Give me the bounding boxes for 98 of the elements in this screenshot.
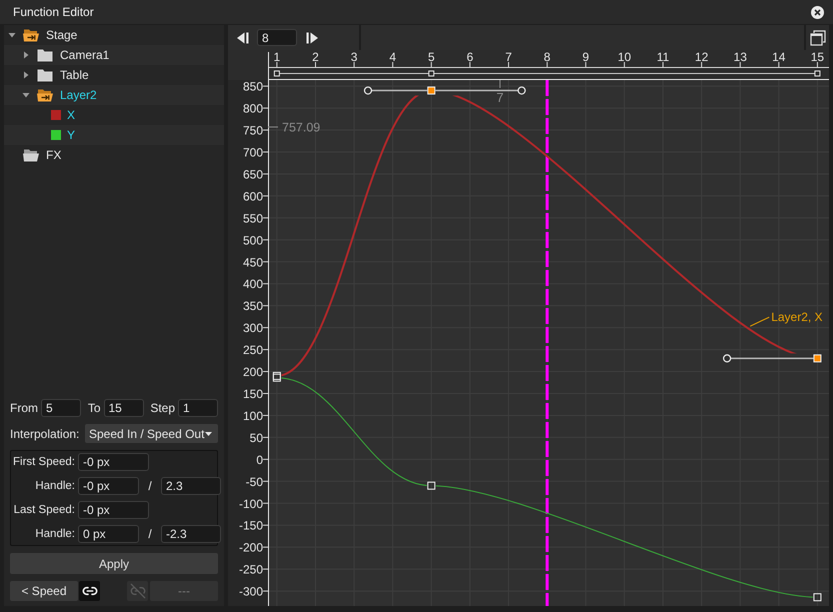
y-axis-label: -300 (238, 584, 263, 599)
y-axis-label: 250 (242, 343, 263, 358)
close-icon[interactable] (811, 6, 824, 18)
tangent-handle[interactable] (435, 86, 526, 95)
frame-number: 12 (694, 50, 708, 64)
caret-icon[interactable] (22, 91, 30, 99)
field-label: Handle: (34, 528, 75, 540)
keyframe-marker[interactable] (272, 372, 281, 380)
frame-number: 3 (350, 50, 358, 64)
frame-number: 13 (734, 50, 747, 64)
field-label: Last Speed: (12, 504, 75, 516)
window-title: Function Editor (13, 5, 94, 19)
y-axis-label: 150 (242, 387, 263, 401)
field-label: First Speed: (12, 456, 75, 468)
y-axis-label: 650 (242, 167, 263, 182)
value-readout: 757.09 (282, 120, 320, 134)
y-axis-label: 200 (242, 365, 263, 380)
y-axis-label: 750 (242, 124, 263, 138)
frame-readout: 7 (496, 90, 504, 105)
handle-field[interactable]: -0 px (78, 477, 139, 495)
tangent-handle[interactable] (364, 86, 428, 95)
separator-label: / (147, 527, 153, 541)
y-axis-label: 850 (242, 80, 263, 94)
unlink-icon (130, 583, 146, 599)
number-field[interactable]: 1 (178, 399, 218, 417)
interpolation-dropdown[interactable]: Speed In / Speed Out (85, 424, 218, 443)
speed-field[interactable]: -0 px (78, 501, 149, 519)
frame-number: 6 (466, 50, 474, 64)
frame-number: 1 (274, 50, 280, 64)
keyframe-marker[interactable] (813, 593, 822, 602)
frame-number: 7 (505, 50, 512, 64)
value-marker-line (268, 126, 278, 128)
frame-number: 4 (389, 50, 396, 64)
caret-icon[interactable] (22, 51, 30, 59)
keyframe-marker[interactable] (272, 374, 281, 382)
y-axis-label: 500 (242, 233, 263, 248)
y-axis-label: 700 (242, 146, 263, 160)
tree-item[interactable]: Stage (4, 25, 224, 45)
field-label: To (88, 401, 100, 415)
number-field[interactable]: 5 (41, 399, 81, 417)
curve-label: Layer2, X (771, 310, 823, 324)
y-axis-label: 550 (242, 211, 263, 226)
tree-item[interactable]: Y (4, 125, 224, 145)
frame-number: 14 (772, 50, 786, 64)
tree-item[interactable]: Layer2 (4, 85, 224, 105)
frame-number: 11 (656, 50, 670, 64)
frame-field[interactable]: 8 (257, 29, 297, 46)
ratio-field[interactable]: 2.3 (161, 477, 221, 495)
y-axis-label: 100 (242, 408, 263, 423)
y-axis-label: 350 (242, 299, 263, 314)
frame-number: 5 (428, 50, 435, 64)
keyframe-marker[interactable] (274, 70, 280, 76)
apply-button[interactable]: Apply (10, 553, 218, 574)
keyframe-marker[interactable] (814, 70, 820, 76)
caret-icon[interactable] (22, 71, 30, 79)
keyframe-marker[interactable] (428, 70, 434, 76)
current-frame-line[interactable] (546, 80, 549, 606)
speed-field[interactable]: -0 px (78, 453, 149, 471)
tree-item[interactable]: X (4, 105, 224, 125)
field-label: From (10, 401, 38, 415)
link-toggle[interactable] (79, 581, 100, 601)
y-axis-label: -50 (246, 474, 263, 489)
caret-down-icon (205, 432, 212, 436)
y-axis-label: 300 (242, 321, 263, 336)
y-axis-label: 450 (242, 255, 263, 270)
frame-number: 8 (544, 50, 550, 64)
field-label: Interpolation: (10, 426, 80, 440)
skip-back-icon[interactable] (237, 32, 249, 44)
y-axis-label: -250 (238, 562, 263, 577)
frame-number: 10 (618, 50, 632, 64)
separator-label: / (147, 479, 153, 493)
leader-line (750, 316, 770, 327)
frame-number: 15 (810, 50, 824, 64)
tree-item[interactable]: Table (4, 65, 224, 85)
tree-item[interactable]: FX (4, 145, 224, 165)
windows-icon[interactable] (810, 30, 826, 46)
y-axis-label: 0 (256, 452, 263, 467)
ratio-field[interactable]: -2.3 (161, 525, 221, 543)
y-axis-label: 600 (242, 189, 263, 204)
keyframe-marker[interactable] (427, 482, 436, 490)
y-axis-label: -200 (238, 540, 263, 555)
field-label: Handle: (34, 480, 75, 492)
y-axis-label: 50 (250, 430, 263, 445)
field-label: Step (150, 401, 175, 415)
number-field[interactable]: 15 (104, 399, 144, 417)
tangent-handle[interactable] (722, 354, 814, 362)
y-axis-label: 800 (242, 102, 263, 116)
frame-number: 2 (312, 50, 319, 64)
y-axis-label: -100 (238, 496, 263, 511)
skip-forward-icon[interactable] (306, 32, 318, 44)
y-axis-label: 400 (242, 277, 263, 292)
tree-item[interactable]: Camera1 (4, 45, 224, 65)
frame-number: 9 (582, 50, 590, 64)
timeline-ruler[interactable] (228, 50, 829, 80)
handle-field[interactable]: 0 px (78, 525, 139, 543)
caret-icon[interactable] (8, 31, 16, 39)
speed-button[interactable]: < Speed (10, 581, 78, 601)
y-axis-label: -150 (238, 518, 263, 533)
